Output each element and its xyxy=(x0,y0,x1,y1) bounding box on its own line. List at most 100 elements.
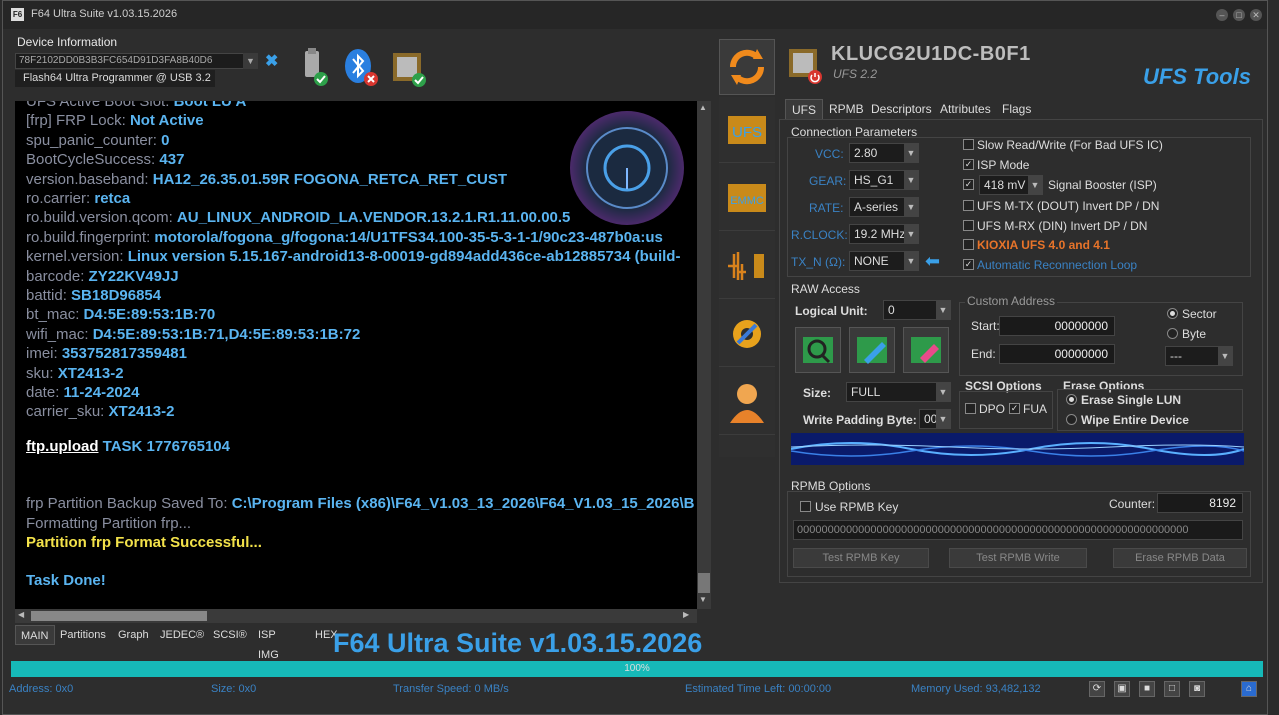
device-serial-select[interactable]: 78F2102DD0B3B3FC654D91D3FA8B40D6 xyxy=(15,53,258,69)
tab-isp-img[interactable]: ISP IMG xyxy=(253,625,284,661)
rate-select[interactable]: A-series ▼ xyxy=(849,197,919,217)
tab-graph[interactable]: Graph xyxy=(113,625,154,645)
logical-unit-label: Logical Unit: xyxy=(795,304,868,318)
tab-rpmb[interactable]: RPMB xyxy=(823,99,870,119)
device-info-label: Device Information xyxy=(17,35,118,49)
sidebar: UFS EMMC xyxy=(719,97,775,457)
waveform-icon xyxy=(728,251,764,280)
slow-rw-checkbox[interactable] xyxy=(963,139,974,150)
maximize-button[interactable]: □ xyxy=(1233,9,1245,21)
tab-main[interactable]: MAIN xyxy=(15,625,55,645)
test-rpmb-key-button[interactable]: Test RPMB Key xyxy=(793,548,929,568)
usb-icon[interactable] xyxy=(299,47,329,87)
refresh-icon[interactable]: ⟳ xyxy=(1089,681,1105,697)
fua-label: FUA xyxy=(1023,402,1047,416)
log-line: BootCycleSuccess: 437 xyxy=(26,151,185,169)
sidebar-item-emmc[interactable]: EMMC xyxy=(719,165,775,231)
log-line: wifi_mac: D4:5E:89:53:1B:71,D4:5E:89:53:… xyxy=(26,325,361,343)
status-eta: Estimated Time Left: 00:00:00 xyxy=(685,683,832,695)
screenshot-icon[interactable]: ▣ xyxy=(1114,681,1130,697)
erase-button[interactable] xyxy=(903,327,949,373)
test-rpmb-write-button[interactable]: Test RPMB Write xyxy=(949,548,1087,568)
dpo-checkbox[interactable] xyxy=(965,403,976,414)
close-button[interactable]: ✕ xyxy=(1250,9,1262,21)
sidebar-item-ufs[interactable]: UFS xyxy=(719,97,775,163)
rclock-label: R.CLOCK: xyxy=(791,228,848,242)
txn-select[interactable]: NONE ▼ xyxy=(849,251,919,271)
rpmb-key-input[interactable]: 0000000000000000000000000000000000000000… xyxy=(793,520,1243,540)
sidebar-item-settings[interactable] xyxy=(719,301,775,367)
log-console: UFS Active Boot Slot: Boot LU A [frp] FRP… xyxy=(15,101,697,609)
auto-reconnect-label: Automatic Reconnection Loop xyxy=(977,258,1138,272)
minimize-button[interactable]: – xyxy=(1216,9,1228,21)
isp-mode-checkbox[interactable]: ✓ xyxy=(963,159,974,170)
start-address-input[interactable]: 00000000 xyxy=(999,316,1115,336)
log-line: ro.build.fingerprint: motorola/fogona_g/… xyxy=(26,228,663,246)
tab-ufs[interactable]: UFS xyxy=(785,99,823,119)
bluetooth-icon[interactable] xyxy=(341,47,381,87)
sector-radio[interactable] xyxy=(1167,308,1178,319)
rclock-select[interactable]: 19.2 MHz ▼ xyxy=(849,224,919,244)
chevron-down-icon[interactable]: ▼ xyxy=(243,53,258,69)
tab-jedec[interactable]: JEDEC® xyxy=(155,625,209,645)
kioxia-checkbox[interactable] xyxy=(963,239,974,250)
mtx-invert-checkbox[interactable] xyxy=(963,200,974,211)
console-vertical-scrollbar[interactable]: ▲ ▼ xyxy=(697,101,711,609)
fua-checkbox[interactable]: ✓ xyxy=(1009,403,1020,414)
tab-attributes[interactable]: Attributes xyxy=(934,99,997,119)
chip-icon[interactable] xyxy=(387,47,429,89)
booster-select[interactable]: 418 mV ▼ xyxy=(979,175,1043,195)
counter-input[interactable]: 8192 xyxy=(1157,493,1243,513)
vcc-select[interactable]: 2.80 ▼ xyxy=(849,143,919,163)
console-horizontal-scrollbar[interactable]: ◀ ▶ xyxy=(15,609,697,623)
auto-reconnect-checkbox[interactable]: ✓ xyxy=(963,259,974,270)
device-ufs-version: UFS 2.2 xyxy=(833,67,878,81)
erase-single-radio[interactable] xyxy=(1066,394,1077,405)
tab-partitions[interactable]: Partitions xyxy=(55,625,111,645)
emmc-icon: EMMC xyxy=(728,183,766,212)
disconnect-icon[interactable]: ✖ xyxy=(265,51,278,71)
camera-icon[interactable]: ◙ xyxy=(1189,681,1205,697)
tab-scsi[interactable]: SCSI® xyxy=(208,625,252,645)
log-line: ftp.upload TASK 1776765104 xyxy=(26,438,230,455)
log-line: barcode: ZY22KV49JJ xyxy=(26,267,179,285)
wipe-device-label: Wipe Entire Device xyxy=(1081,413,1189,427)
stop-icon[interactable]: ■ xyxy=(1139,681,1155,697)
home-icon[interactable]: ⌂ xyxy=(1241,681,1257,697)
log-line: version.baseband: HA12_26.35.01.59R FOGO… xyxy=(26,170,508,188)
read-button[interactable] xyxy=(795,327,841,373)
log-line: Task Done! xyxy=(26,572,106,589)
reload-button[interactable] xyxy=(719,39,775,95)
log-line: frp Partition Backup Saved To: C:\Progra… xyxy=(26,495,695,512)
sidebar-item-user[interactable] xyxy=(719,369,775,435)
mrx-invert-checkbox[interactable] xyxy=(963,220,974,231)
erase-rpmb-data-button[interactable]: Erase RPMB Data xyxy=(1113,548,1247,568)
tab-flags[interactable]: Flags xyxy=(996,99,1037,119)
app-icon: F6 xyxy=(11,8,24,21)
write-button[interactable] xyxy=(849,327,895,373)
ufs-icon: UFS xyxy=(728,115,766,144)
window-icon[interactable]: □ xyxy=(1164,681,1180,697)
log-line: spu_panic_counter: 0 xyxy=(26,131,170,149)
tab-descriptors[interactable]: Descriptors xyxy=(865,99,938,119)
use-rpmb-key-checkbox[interactable] xyxy=(800,501,811,512)
end-address-input[interactable]: 00000000 xyxy=(999,344,1115,364)
booster-checkbox[interactable]: ✓ xyxy=(963,179,974,190)
use-rpmb-key-label: Use RPMB Key xyxy=(815,500,899,514)
log-line: kernel.version: Linux version 5.15.167-a… xyxy=(26,248,681,266)
sidebar-item-wave[interactable] xyxy=(719,233,775,299)
byte-radio[interactable] xyxy=(1167,328,1178,339)
gear-label: GEAR: xyxy=(809,174,847,188)
size-select[interactable]: FULL ▼ xyxy=(846,382,951,402)
unit-select[interactable]: --- ▼ xyxy=(1165,346,1233,366)
svg-text:UFS: UFS xyxy=(732,124,762,141)
wipe-device-radio[interactable] xyxy=(1066,414,1077,425)
size-label: Size: xyxy=(803,386,832,400)
log-line: ro.carrier: retca xyxy=(26,190,131,207)
padding-select[interactable]: 00 ▼ xyxy=(919,409,951,429)
isp-mode-label: ISP Mode xyxy=(977,158,1030,172)
gear-select[interactable]: HS_G1 ▼ xyxy=(849,170,919,190)
counter-label: Counter: xyxy=(1109,497,1156,511)
window-title: F64 Ultra Suite v1.03.15.2026 xyxy=(31,8,178,20)
logical-unit-select[interactable]: 0 ▼ xyxy=(883,300,951,320)
